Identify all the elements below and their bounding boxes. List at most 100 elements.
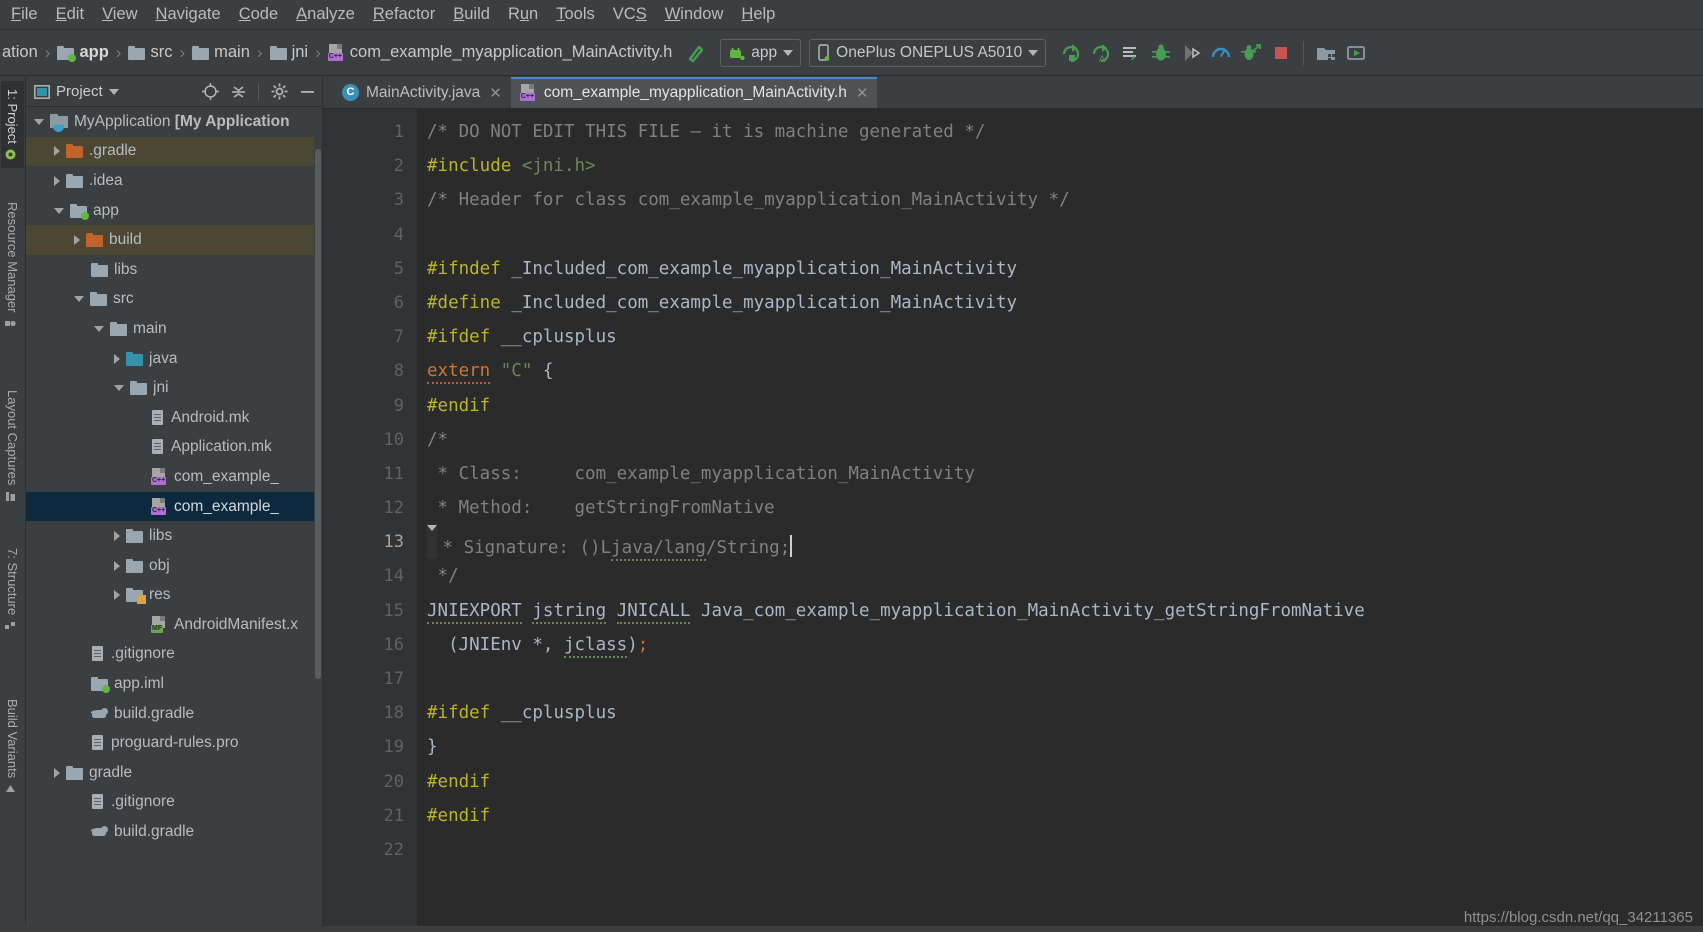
tree-item-app-iml[interactable]: app.iml [26, 669, 322, 699]
tree-item-build-gradle[interactable]: build.gradle [26, 699, 322, 729]
code-line[interactable] [427, 662, 1681, 696]
chevron-right-icon[interactable] [54, 146, 60, 157]
chevron-right-icon[interactable] [114, 531, 120, 542]
code-editor[interactable]: 1 2 3 4 5 6 7 8 9 10 11 12 13 14 15 16 17 18 19 20 21 22 /* D… [323, 109, 1703, 932]
avd-manager-icon[interactable] [1341, 38, 1371, 68]
tree-item-androidmanifest-x[interactable]: MF AndroidManifest.x [26, 610, 322, 640]
tree-item-jni[interactable]: jni [26, 373, 322, 403]
code-line[interactable]: } [427, 730, 1681, 764]
tree-item-build-gradle[interactable]: build.gradle [26, 817, 322, 847]
menu-item-navigate[interactable]: Navigate [147, 2, 230, 27]
code-line[interactable]: #endif [427, 389, 1681, 423]
gear-icon[interactable] [268, 81, 290, 103]
breadcrumb-item-ation[interactable]: ation [0, 43, 40, 62]
tree-item-app[interactable]: app [26, 196, 322, 226]
tree-item-gradle[interactable]: gradle [26, 758, 322, 788]
scroll-from-source-icon[interactable] [199, 81, 221, 103]
chevron-right-icon[interactable] [54, 175, 60, 186]
code-line[interactable]: (JNIEnv *, jclass); [427, 628, 1681, 662]
menu-item-refactor[interactable]: Refactor [364, 2, 444, 27]
code-line[interactable]: #ifdef __cplusplus [427, 320, 1681, 354]
code-line[interactable]: /* [427, 423, 1681, 457]
close-icon[interactable]: ✕ [489, 84, 502, 102]
project-view-chevron-down-icon[interactable] [108, 88, 119, 95]
sidebar-tab-resource-manager[interactable]: Resource Manager [1, 194, 24, 337]
code-line[interactable]: * Method: getStringFromNative [427, 491, 1681, 525]
sidebar-tab-layout-captures[interactable]: Layout Captures [1, 382, 24, 509]
breadcrumb-item-main[interactable]: main [190, 43, 252, 62]
code-line[interactable] [427, 218, 1681, 252]
tree-item-java[interactable]: java [26, 344, 322, 374]
code-line[interactable]: JNIEXPORT jstring JNICALL Java_com_examp… [427, 594, 1681, 628]
sidebar-tab-1-project[interactable]: 1: Project [1, 81, 24, 168]
tree-item-proguard-rules-pro[interactable]: proguard-rules.pro [26, 728, 322, 758]
menu-item-build[interactable]: Build [444, 2, 499, 27]
code-line[interactable]: #include <jni.h> [427, 149, 1681, 183]
menu-item-vcs[interactable]: VCS [604, 2, 656, 27]
tree-item-android-mk[interactable]: Android.mk [26, 403, 322, 433]
apply-code-changes-icon[interactable]: A [1086, 38, 1116, 68]
collapse-all-icon[interactable] [227, 81, 249, 103]
debug-icon[interactable] [1146, 38, 1176, 68]
project-tree-scrollbar[interactable] [314, 107, 322, 932]
chevron-down-icon[interactable] [74, 296, 84, 303]
tree-item-src[interactable]: src [26, 285, 322, 315]
tree-item-main[interactable]: main [26, 314, 322, 344]
chevron-down-icon[interactable] [54, 207, 64, 214]
breadcrumb-item-app[interactable]: app [55, 43, 110, 62]
chevron-down-icon[interactable] [94, 325, 104, 332]
apply-changes-icon[interactable] [1056, 38, 1086, 68]
code-line[interactable]: * Signature: ()Ljava/lang/String; [427, 525, 793, 562]
tree-item-application-mk[interactable]: Application.mk [26, 433, 322, 463]
tree-item-libs[interactable]: libs [26, 521, 322, 551]
make-project-icon[interactable] [682, 38, 712, 68]
editor-tab-com-example-myapplication-mainactivity-h[interactable]: C++ com_example_myapplication_MainActivit… [510, 77, 878, 108]
code-line[interactable] [427, 833, 1681, 867]
code-line[interactable]: #ifdef __cplusplus [427, 696, 1681, 730]
restart-activity-icon[interactable] [1116, 38, 1146, 68]
code-line[interactable]: * Class: com_example_myapplication_MainA… [427, 457, 1681, 491]
chevron-right-icon[interactable] [74, 235, 80, 246]
close-icon[interactable]: ✕ [856, 84, 869, 102]
run-to-cursor-icon[interactable] [1176, 38, 1206, 68]
project-tree[interactable]: MyApplication [My Application .gradle .ide… [26, 107, 322, 932]
breadcrumb-item-jni[interactable]: jni [268, 43, 311, 62]
editor-right-rail[interactable] [1681, 109, 1703, 932]
code-line[interactable]: /* DO NOT EDIT THIS FILE – it is machine… [427, 115, 1681, 149]
menu-item-help[interactable]: Help [732, 2, 784, 27]
hide-panel-icon[interactable] [296, 81, 318, 103]
sidebar-tab-7-structure[interactable]: 7: Structure [1, 540, 24, 639]
device-selector[interactable]: OnePlus ONEPLUS A5010 [809, 38, 1047, 67]
menu-item-tools[interactable]: Tools [547, 2, 604, 27]
profiler-icon[interactable] [1206, 38, 1236, 68]
tree-item-gradle[interactable]: .gradle [26, 136, 322, 167]
code-line[interactable]: #endif [427, 799, 1681, 833]
breadcrumb-item-com-example-myapplication-mainactivity-h[interactable]: C++ com_example_myapplication_MainActivit… [326, 43, 675, 62]
chevron-down-icon[interactable] [34, 118, 44, 125]
tree-item-com-example[interactable]: C++ com_example_ [26, 462, 322, 492]
stop-icon[interactable] [1266, 38, 1296, 68]
chevron-right-icon[interactable] [54, 767, 60, 778]
tree-item-obj[interactable]: obj [26, 551, 322, 581]
code-line[interactable]: /* Header for class com_example_myapplic… [427, 183, 1681, 217]
sidebar-tab-build-variants[interactable]: Build Variants [1, 691, 24, 802]
menu-item-analyze[interactable]: Analyze [287, 2, 364, 27]
menu-item-run[interactable]: Run [499, 2, 547, 27]
tree-item-idea[interactable]: .idea [26, 166, 322, 196]
menu-item-edit[interactable]: Edit [47, 2, 93, 27]
tree-item-libs[interactable]: libs [26, 255, 322, 285]
code-line[interactable]: #endif [427, 765, 1681, 799]
editor-tab-mainactivity-java[interactable]: C MainActivity.java ✕ [333, 77, 511, 108]
code-line[interactable]: #ifndef _Included_com_example_myapplicat… [427, 252, 1681, 286]
attach-debugger-icon[interactable] [1236, 38, 1266, 68]
menu-item-code[interactable]: Code [230, 2, 287, 27]
sdk-manager-icon[interactable] [1311, 38, 1341, 68]
chevron-right-icon[interactable] [114, 560, 120, 571]
menu-item-view[interactable]: View [93, 2, 146, 27]
chevron-down-icon[interactable] [114, 385, 124, 392]
tree-item-build[interactable]: build [26, 225, 322, 255]
code-line[interactable]: extern "C" { [427, 354, 1681, 388]
tree-item-gitignore[interactable]: .gitignore [26, 640, 322, 670]
code-line[interactable]: */ [427, 559, 1681, 593]
code-line[interactable]: #define _Included_com_example_myapplicat… [427, 286, 1681, 320]
